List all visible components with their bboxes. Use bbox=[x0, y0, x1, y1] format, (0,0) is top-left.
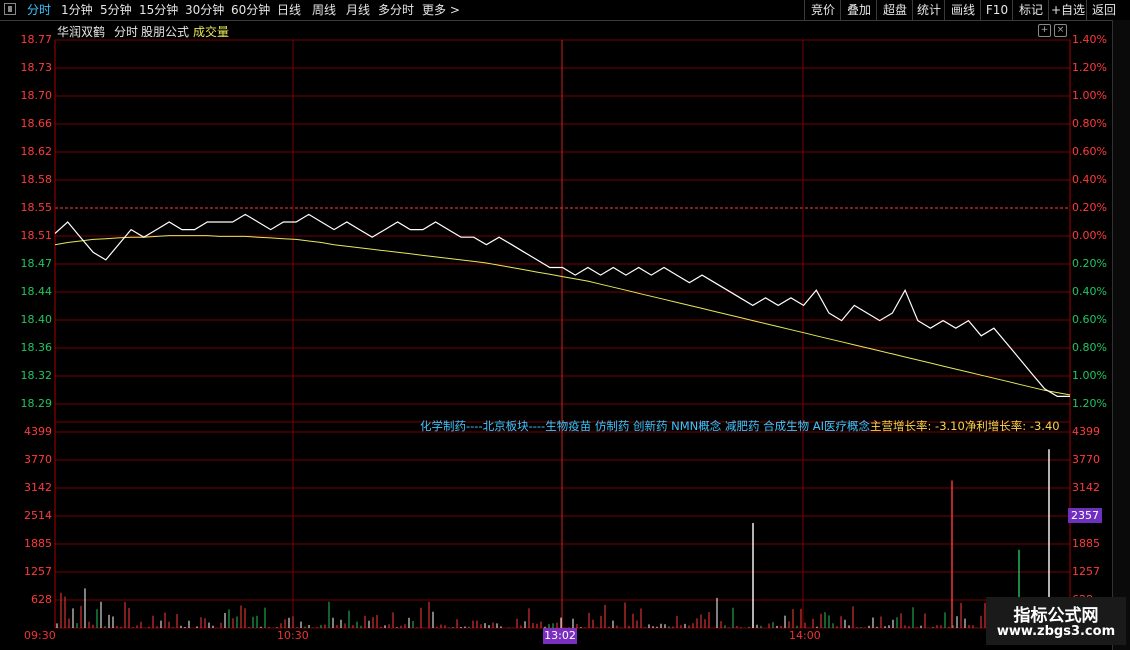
stock-info-line: 化学制药----北京板块----生物疫苗 仿制药 创新药 NMN概念 减肥药 合… bbox=[420, 418, 1060, 434]
price-tick-label: 18.36 bbox=[20, 341, 53, 354]
price-tick-label: 18.51 bbox=[20, 229, 53, 242]
volume-tick-label: 3142 bbox=[24, 481, 52, 494]
price-tick-label: 18.44 bbox=[20, 285, 53, 298]
volume-tick-label: 3770 bbox=[1072, 453, 1100, 466]
volume-tick-label: 1257 bbox=[24, 565, 52, 578]
time-cursor-label: 13:02 bbox=[543, 628, 577, 644]
price-tick-label: 18.29 bbox=[20, 397, 53, 410]
price-tick-label: 18.70 bbox=[20, 89, 53, 102]
volume-tick-label: 3770 bbox=[24, 453, 52, 466]
percent-tick-label: 0.20% bbox=[1072, 201, 1107, 214]
volume-tick-label: 1257 bbox=[1072, 565, 1100, 578]
price-tick-label: 18.77 bbox=[20, 33, 53, 46]
price-tick-label: 18.32 bbox=[20, 369, 53, 382]
intraday-chart[interactable] bbox=[0, 0, 1112, 650]
percent-tick-label: 1.00% bbox=[1072, 89, 1107, 102]
volume-tick-label: 1885 bbox=[24, 537, 52, 550]
percent-tick-label: 0.40% bbox=[1072, 173, 1107, 186]
watermark: 指标公式网 www.zbgs3.com bbox=[986, 597, 1126, 645]
percent-tick-label: 1.40% bbox=[1072, 33, 1107, 46]
percent-tick-label: 0.60% bbox=[1072, 145, 1107, 158]
price-tick-label: 18.55 bbox=[20, 201, 53, 214]
percent-tick-label: 0.00% bbox=[1072, 229, 1107, 242]
price-tick-label: 18.73 bbox=[20, 61, 53, 74]
watermark-url: www.zbgs3.com bbox=[996, 624, 1116, 639]
percent-tick-label: 0.40% bbox=[1072, 285, 1107, 298]
percent-tick-label: 0.60% bbox=[1072, 313, 1107, 326]
price-tick-label: 18.66 bbox=[20, 117, 53, 130]
price-tick-label: 18.58 bbox=[20, 173, 53, 186]
profit-growth: 净利增长率: -3.40 bbox=[964, 419, 1060, 433]
watermark-title: 指标公式网 bbox=[1013, 606, 1099, 626]
percent-tick-label: 1.20% bbox=[1072, 397, 1107, 410]
volume-tick-label: 3142 bbox=[1072, 481, 1100, 494]
volume-tick-label: 1885 bbox=[1072, 537, 1100, 550]
volume-tick-label: 628 bbox=[31, 593, 52, 606]
percent-tick-label: 1.20% bbox=[1072, 61, 1107, 74]
price-tick-label: 18.40 bbox=[20, 313, 53, 326]
concept-tags: 化学制药----北京板块----生物疫苗 仿制药 创新药 NMN概念 减肥药 合… bbox=[420, 419, 871, 433]
time-label-1030: 10:30 bbox=[277, 629, 309, 642]
time-label-open: 09:30 bbox=[24, 629, 56, 642]
revenue-growth: 主营增长率: -3.10 bbox=[870, 419, 965, 433]
time-label-1400: 14:00 bbox=[789, 629, 821, 642]
current-volume-badge: 2357 bbox=[1068, 508, 1102, 523]
percent-tick-label: 1.00% bbox=[1072, 369, 1107, 382]
volume-tick-label: 2514 bbox=[24, 509, 52, 522]
price-tick-label: 18.47 bbox=[20, 257, 53, 270]
volume-tick-label: 4399 bbox=[24, 425, 52, 438]
chart-grid bbox=[54, 39, 1071, 629]
percent-tick-label: 0.80% bbox=[1072, 117, 1107, 130]
volume-tick-label: 4399 bbox=[1072, 425, 1100, 438]
price-tick-label: 18.62 bbox=[20, 145, 53, 158]
percent-tick-label: 0.80% bbox=[1072, 341, 1107, 354]
percent-tick-label: 0.20% bbox=[1072, 257, 1107, 270]
volume-bars bbox=[56, 449, 1066, 628]
side-panel-edge bbox=[1112, 20, 1130, 650]
